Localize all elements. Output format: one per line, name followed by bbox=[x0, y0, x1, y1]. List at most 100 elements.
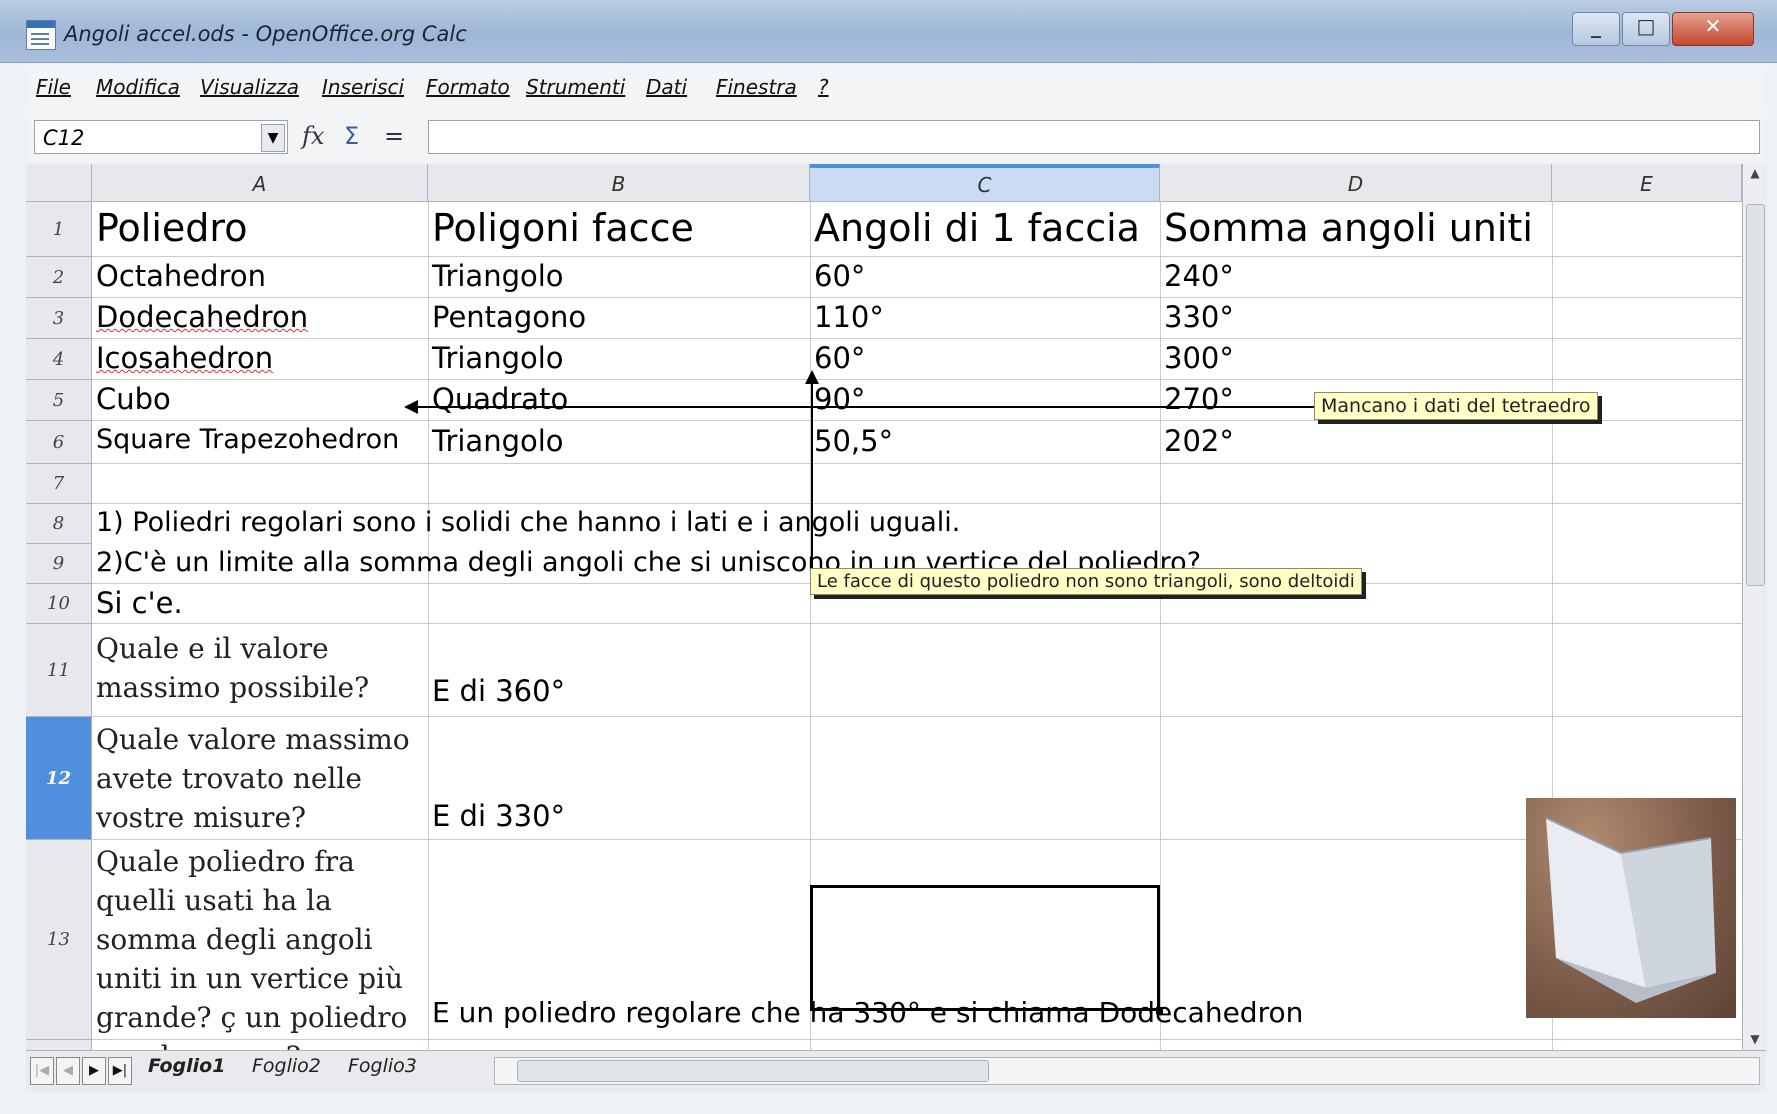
tab-foglio2[interactable]: Foglio2 bbox=[252, 1055, 321, 1077]
spreadsheet-grid[interactable]: A B C D E 1 2 3 4 5 6 7 8 9 10 11 12 13 … bbox=[26, 164, 1742, 1050]
cell-a11[interactable]: Quale e il valore massimo possibile? bbox=[96, 629, 456, 707]
row-header-9[interactable]: 9 bbox=[26, 544, 92, 584]
cell-d2[interactable]: 240° bbox=[1164, 259, 1234, 293]
comment-tetraedro[interactable]: Mancano i dati del tetraedro bbox=[1314, 392, 1598, 420]
select-all-corner[interactable] bbox=[26, 164, 92, 202]
cell-a3[interactable]: Dodecahedron bbox=[96, 300, 308, 334]
menu-formato[interactable]: Formato bbox=[426, 75, 510, 99]
first-sheet-icon[interactable]: |◀ bbox=[30, 1057, 54, 1085]
menu-modifica[interactable]: Modifica bbox=[96, 75, 180, 99]
row-header-3[interactable]: 3 bbox=[26, 298, 92, 339]
cell-a13[interactable]: Quale poliedro fra quelli usati ha la so… bbox=[96, 842, 416, 1050]
cell-a6[interactable]: Square Trapezohedron bbox=[96, 424, 399, 455]
cell-a4[interactable]: Icosahedron bbox=[96, 341, 273, 375]
row-header-10[interactable]: 10 bbox=[26, 584, 92, 624]
row-header-11[interactable]: 11 bbox=[26, 624, 92, 717]
grid-line bbox=[92, 338, 1742, 339]
name-box[interactable]: C12 ▼ bbox=[34, 120, 288, 154]
cell-c3[interactable]: 110° bbox=[814, 300, 884, 334]
selected-cell-c12[interactable] bbox=[810, 885, 1160, 1011]
cell-a10[interactable]: Si c'e. bbox=[96, 586, 183, 620]
minimize-button[interactable]: _ bbox=[1572, 12, 1620, 46]
formula-input[interactable] bbox=[428, 120, 1760, 154]
next-sheet-icon[interactable]: ▶ bbox=[82, 1057, 106, 1085]
column-header-a[interactable]: A bbox=[92, 164, 428, 202]
last-sheet-icon[interactable]: ▶| bbox=[108, 1057, 132, 1085]
vertical-scrollbar[interactable]: ▲ ▼ bbox=[1742, 164, 1767, 1050]
tab-foglio3[interactable]: Foglio3 bbox=[348, 1055, 417, 1077]
function-wizard-icon[interactable]: fx bbox=[302, 122, 324, 150]
menu-finestra[interactable]: Finestra bbox=[716, 75, 797, 99]
cell-a2[interactable]: Octahedron bbox=[96, 259, 266, 293]
scroll-down-icon[interactable]: ▼ bbox=[1743, 1032, 1767, 1046]
grid-line bbox=[1160, 202, 1161, 1050]
menu-file[interactable]: File bbox=[36, 75, 71, 99]
cell-c4[interactable]: 60° bbox=[814, 341, 865, 375]
cell-d5[interactable]: 270° bbox=[1164, 382, 1234, 416]
row-header-13[interactable]: 13 bbox=[26, 840, 92, 1040]
cell-d3[interactable]: 330° bbox=[1164, 300, 1234, 334]
calc-app-icon bbox=[26, 20, 56, 50]
chevron-down-icon[interactable]: ▼ bbox=[261, 124, 285, 152]
comment-connector bbox=[416, 406, 1156, 408]
comment-deltoidi[interactable]: Le facce di questo poliedro non sono tri… bbox=[810, 568, 1362, 595]
menu-bar: File Modifica Visualizza Inserisci Forma… bbox=[26, 66, 1766, 110]
row-header-1[interactable]: 1 bbox=[26, 202, 92, 257]
cell-a5[interactable]: Cubo bbox=[96, 382, 171, 416]
row-header-6[interactable]: 6 bbox=[26, 421, 92, 464]
column-header-d[interactable]: D bbox=[1160, 164, 1552, 202]
row-header-14[interactable]: 14 bbox=[26, 1040, 92, 1050]
cell-reference: C12 bbox=[43, 126, 85, 150]
close-button[interactable]: ✕ bbox=[1672, 12, 1754, 46]
menu-inserisci[interactable]: Inserisci bbox=[322, 75, 404, 99]
cell-d1[interactable]: Somma angoli uniti bbox=[1164, 206, 1533, 250]
grid-line bbox=[92, 379, 1742, 380]
column-header-b[interactable]: B bbox=[428, 164, 810, 202]
polyhedron-photo[interactable] bbox=[1526, 798, 1736, 1018]
cell-d6[interactable]: 202° bbox=[1164, 424, 1234, 458]
column-header-e[interactable]: E bbox=[1552, 164, 1742, 202]
grid-line bbox=[92, 256, 1742, 257]
scroll-up-icon[interactable]: ▲ bbox=[1743, 166, 1767, 180]
row-header-2[interactable]: 2 bbox=[26, 257, 92, 298]
cell-a12[interactable]: Quale valore massimo avete trovato nelle… bbox=[96, 720, 456, 837]
column-header-c[interactable]: C bbox=[810, 164, 1160, 202]
cell-b3[interactable]: Pentagono bbox=[432, 300, 586, 334]
row-header-8[interactable]: 8 bbox=[26, 504, 92, 544]
cell-b4[interactable]: Triangolo bbox=[432, 341, 564, 375]
function-icon[interactable]: = bbox=[384, 122, 404, 150]
row-header-12[interactable]: 12 bbox=[26, 717, 92, 840]
cell-a1[interactable]: Poliedro bbox=[96, 206, 247, 250]
cell-a8[interactable]: 1) Poliedri regolari sono i solidi che h… bbox=[96, 507, 960, 538]
row-header-5[interactable]: 5 bbox=[26, 380, 92, 421]
menu-dati[interactable]: Dati bbox=[646, 75, 687, 99]
fill-handle[interactable] bbox=[1156, 1007, 1163, 1014]
menu-visualizza[interactable]: Visualizza bbox=[200, 75, 299, 99]
row-header-7[interactable]: 7 bbox=[26, 464, 92, 504]
cell-c2[interactable]: 60° bbox=[814, 259, 865, 293]
grid-line bbox=[92, 839, 1742, 840]
cell-b6[interactable]: Triangolo bbox=[432, 424, 564, 458]
vertical-scroll-thumb[interactable] bbox=[1746, 204, 1765, 586]
sum-icon[interactable]: Σ bbox=[344, 122, 359, 150]
cell-c1[interactable]: Angoli di 1 faccia bbox=[814, 206, 1140, 250]
row-header-4[interactable]: 4 bbox=[26, 339, 92, 380]
cell-b12[interactable]: E di 330° bbox=[432, 799, 565, 833]
minimize-icon: _ bbox=[1591, 14, 1601, 38]
grid-line bbox=[92, 420, 1742, 421]
menu-help[interactable]: ? bbox=[818, 75, 829, 99]
horizontal-scrollbar[interactable] bbox=[494, 1057, 1760, 1085]
window-title: Angoli accel.ods - OpenOffice.org Calc bbox=[64, 22, 467, 46]
cell-b11[interactable]: E di 360° bbox=[432, 674, 565, 708]
cell-b5[interactable]: Quadrato bbox=[432, 382, 568, 416]
maximize-button[interactable]: □ bbox=[1622, 12, 1670, 46]
prev-sheet-icon[interactable]: ◀ bbox=[56, 1057, 80, 1085]
cell-d4[interactable]: 300° bbox=[1164, 341, 1234, 375]
cell-c5[interactable]: 90° bbox=[814, 382, 865, 416]
cell-b1[interactable]: Poligoni facce bbox=[432, 206, 694, 250]
menu-strumenti[interactable]: Strumenti bbox=[526, 75, 625, 99]
cell-b2[interactable]: Triangolo bbox=[432, 259, 564, 293]
cell-c6[interactable]: 50,5° bbox=[814, 424, 893, 458]
horizontal-scroll-thumb[interactable] bbox=[517, 1060, 989, 1082]
tab-foglio1[interactable]: Foglio1 bbox=[148, 1055, 225, 1077]
